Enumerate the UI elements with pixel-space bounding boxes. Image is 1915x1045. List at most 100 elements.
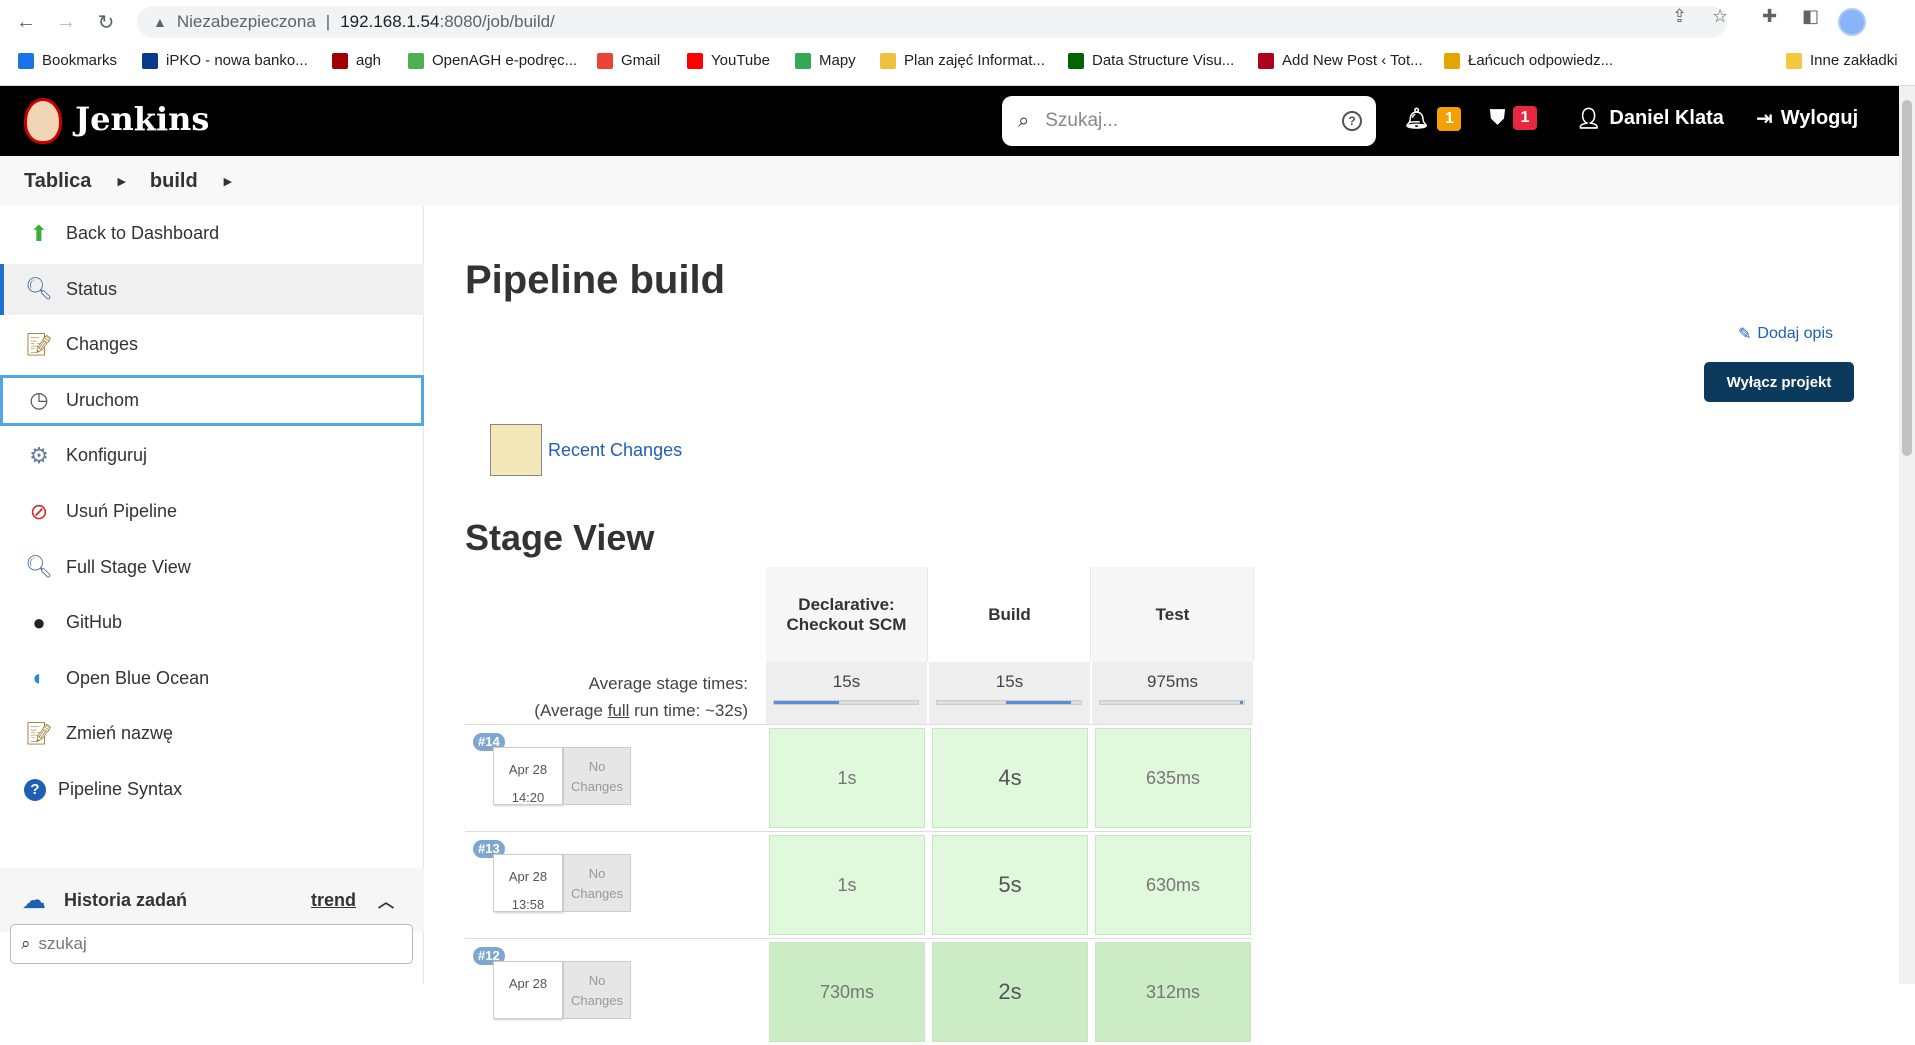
back-arrow-icon[interactable]: ← [14, 10, 38, 34]
bookmark-favicon-icon [687, 52, 703, 69]
stage-cell[interactable]: 312ms [1095, 942, 1251, 1042]
security-button[interactable]: ⛊ 1 [1490, 106, 1537, 130]
side-panel-icon[interactable]: ◧ [1802, 6, 1819, 27]
no-changes-box: No Changes [563, 854, 631, 912]
breadcrumb-build[interactable]: build [150, 170, 198, 193]
page-scrollbar[interactable] [1899, 86, 1915, 984]
extensions-icon[interactable]: ✚ [1762, 6, 1777, 27]
sidebar-item-full-stage-view[interactable]: 🔍︎ Full Stage View [0, 542, 424, 593]
bookmark-favicon-icon [880, 52, 896, 69]
user-menu[interactable]: 👤︎ Daniel Klata [1576, 106, 1724, 131]
chevron-up-icon[interactable]: ︿ [378, 888, 394, 912]
stage-average-time: 15s [766, 662, 928, 724]
sidebar-item-open-blue-ocean[interactable]: ◐ Open Blue Ocean [0, 653, 424, 704]
stage-cell[interactable]: 1s [769, 728, 925, 828]
sidebar-item-usu-pipeline[interactable]: ⊘ Usuń Pipeline [0, 486, 424, 537]
bookmark-item[interactable]: Bookmarks [18, 52, 117, 69]
bookmark-item[interactable]: iPKO - nowa banko... [142, 52, 308, 69]
sidebar-item-label: Zmień nazwę [66, 723, 174, 744]
breadcrumb-dashboard[interactable]: Tablica [24, 170, 91, 193]
stage-cell[interactable]: 4s [932, 728, 1088, 828]
stage-cell[interactable]: 730ms [769, 942, 925, 1042]
bookmark-item[interactable]: agh [332, 52, 381, 69]
bookmarks-bar: Inne zakładki Bookmarks iPKO - nowa banko… [0, 44, 1915, 86]
share-icon[interactable]: ⇪ [1672, 6, 1687, 27]
bookmark-item[interactable]: YouTube [687, 52, 770, 69]
sidebar-item-status[interactable]: 🔍︎ Status [0, 263, 424, 315]
notifications-button[interactable]: 🔔︎ 1 [1404, 106, 1462, 131]
trend-link[interactable]: trend [311, 890, 356, 911]
run-info: #12 Apr 28 No Changes [465, 939, 765, 1045]
app-name[interactable]: Jenkins [75, 100, 209, 138]
jenkins-header: Jenkins ⌕ Szukaj... ? 🔔︎ 1 ⛊ 1 👤︎ Daniel… [0, 86, 1899, 156]
sidebar-item-konfiguruj[interactable]: ⚙ Konfiguruj [0, 430, 424, 481]
notepad-icon: 📝︎ [25, 720, 53, 746]
bookmark-item[interactable]: Plan zajęć Informat... [880, 52, 1045, 69]
bookmark-favicon-icon [408, 52, 424, 69]
scrollbar-thumb[interactable] [1902, 100, 1912, 456]
table-row: #12 Apr 28 No Changes 730ms 2s 312ms [465, 938, 1252, 1044]
bookmark-item[interactable]: Mapy [795, 52, 856, 69]
run-date: Apr 28 [493, 961, 563, 1019]
address-bar[interactable]: ▲ Niezabezpieczona | 192.168.1.54 :8080/… [137, 6, 1727, 38]
up-arrow-icon: ⬆ [29, 220, 49, 246]
stage-cell[interactable]: 635ms [1095, 728, 1251, 828]
gear-icon: ⚙ [29, 442, 49, 468]
security-label: Niezabezpieczona [176, 12, 316, 31]
stage-cell[interactable]: 630ms [1095, 835, 1251, 935]
add-description-link[interactable]: ✎ Dodaj opis [1738, 324, 1833, 344]
clock-run-icon: ◷ [29, 387, 49, 413]
disable-project-button[interactable]: Wyłącz projekt [1704, 362, 1854, 402]
bookmark-favicon-icon [1258, 52, 1274, 69]
chevron-right-icon[interactable]: ▶ [224, 175, 232, 188]
sidebar-item-back-to-dashboard[interactable]: ⬆ Back to Dashboard [0, 208, 424, 259]
stage-cell[interactable]: 1s [769, 835, 925, 935]
stage-cell[interactable]: 5s [932, 835, 1088, 935]
sidebar-item-label: Pipeline Syntax [58, 779, 183, 799]
bookmark-item[interactable]: OpenAGH e-podręc... [408, 52, 577, 69]
reload-icon[interactable]: ↻ [94, 10, 118, 34]
bookmark-item[interactable]: Data Structure Visu... [1068, 52, 1234, 69]
sidebar-item-label: Full Stage View [66, 556, 191, 577]
build-history-header: ☁ Historia zadań trend ︿ [0, 868, 424, 932]
profile-avatar[interactable] [1838, 8, 1866, 36]
bookmark-favicon-icon [18, 52, 34, 69]
sidebar-item-label: GitHub [66, 612, 123, 633]
bookmark-favicon-icon [795, 52, 811, 69]
shield-icon: ⛊ [1490, 106, 1505, 129]
stage-cell[interactable]: 2s [932, 942, 1088, 1042]
bookmark-favicon-icon [1444, 52, 1460, 69]
bell-icon: 🔔︎ [1404, 108, 1430, 130]
sidebar-item-zmie-nazw-[interactable]: 📝︎ Zmień nazwę [0, 708, 424, 759]
help-icon[interactable]: ? [1342, 111, 1362, 131]
sidebar-item-uruchom[interactable]: ◷ Uruchom [0, 374, 424, 426]
forward-arrow-icon[interactable]: → [54, 10, 78, 34]
sidebar-item-pipeline-syntax[interactable]: ? Pipeline Syntax [0, 764, 424, 815]
magnifier-icon: 🔍︎ [25, 276, 53, 302]
bookmark-item[interactable]: Add New Post ‹ Tot... [1258, 52, 1423, 69]
search-icon: ⌕ [21, 934, 31, 953]
search-input[interactable]: ⌕ Szukaj... ? [1002, 96, 1376, 146]
average-time-bar [773, 700, 919, 705]
other-bookmarks[interactable]: Inne zakładki [1786, 52, 1898, 69]
sidebar-item-label: Status [66, 278, 118, 299]
logout-button[interactable]: ⇥ Wyloguj [1756, 106, 1858, 131]
jenkins-logo-icon[interactable] [24, 98, 62, 144]
pencil-icon: ✎ [1738, 326, 1752, 343]
help-icon: ? [24, 778, 46, 801]
security-badge: 1 [1513, 106, 1537, 130]
star-icon[interactable]: ☆ [1712, 6, 1728, 27]
warning-icon: ▲ [153, 14, 167, 30]
chevron-right-icon[interactable]: ▶ [117, 175, 125, 188]
logout-icon: ⇥ [1756, 108, 1773, 130]
sidebar-item-changes[interactable]: 📝︎ Changes [0, 319, 424, 370]
sidebar-item-label: Changes [66, 334, 139, 355]
average-stage-times-label: Average stage times: (Average full run t… [534, 674, 748, 720]
sidebar-item-github[interactable]: ● GitHub [0, 597, 424, 648]
recent-changes-link[interactable]: Recent Changes [490, 424, 682, 476]
notifications-badge: 1 [1437, 106, 1462, 131]
history-search-input[interactable]: ⌕ szukaj [10, 924, 413, 964]
bookmark-item[interactable]: Łańcuch odpowiedz... [1444, 52, 1613, 69]
stage-average-time: 975ms [1092, 662, 1254, 724]
bookmark-item[interactable]: Gmail [597, 52, 660, 69]
